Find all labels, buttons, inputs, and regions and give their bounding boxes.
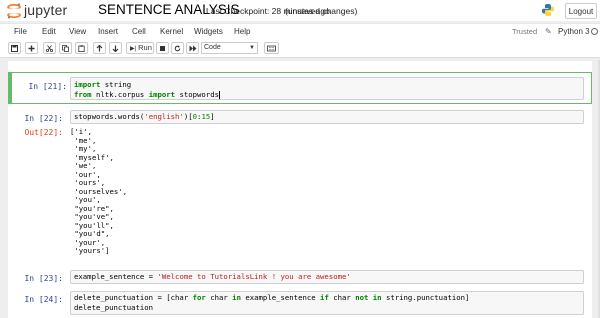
toolbar: ▶| Run Code ▼ [0,40,600,58]
code-text: stopwords [175,90,219,99]
arrow-up-icon [96,45,103,52]
scissors-icon [46,45,53,52]
code-line: example_sentence = 'Welcome to Tutorials… [71,271,583,284]
cell-type-value: Code [204,44,221,51]
keyword: import [74,80,101,89]
add-cell-button[interactable] [25,42,38,54]
menu-view[interactable]: View [69,27,86,36]
keyboard-icon [267,45,276,52]
code-cell[interactable]: In [23]: example_sentence = 'Welcome to … [8,269,592,289]
notebook-container: In [21]: import string from nltk.corpus … [8,61,592,318]
python-logo-icon [542,4,554,16]
chevron-down-icon: ▼ [249,45,255,51]
code-editor[interactable]: delete_punctuation = [char for char in e… [70,291,584,315]
number-literal: 15 [201,112,211,121]
cell-type-select[interactable]: Code ▼ [201,42,258,54]
unsaved-status: (unsaved changes) [285,6,358,16]
interrupt-button[interactable] [156,42,169,54]
code-text: nltk.corpus [91,90,149,99]
menu-bar: File Edit View Insert Cell Kernel Widget… [0,23,600,41]
menu-cell[interactable]: Cell [132,27,146,36]
kernel-status-icon [591,28,598,35]
code-text: string.punctuation] [381,293,470,302]
menu-file[interactable]: File [14,27,27,36]
code-line: stopwords.words('english')[0:15] [71,111,583,124]
code-editor[interactable]: import string from nltk.corpus import st… [70,77,584,100]
code-text: stopwords.words( [74,112,145,121]
header: jupyter SENTENCE ANALYSIS Last Checkpoin… [0,0,600,21]
input-prompt: In [23]: [24,274,63,283]
restart-button[interactable] [171,42,184,54]
code-line: delete_punctuation = [char for char in e… [71,292,583,315]
keyword: import [148,90,176,99]
command-palette-button[interactable] [264,42,279,54]
stop-icon [160,46,165,51]
save-button[interactable] [8,42,21,54]
code-text: )[ [183,112,193,121]
run-label: Run [138,43,152,52]
menu-kernel[interactable]: Kernel [160,27,183,36]
cell-output: ['i', 'me', 'my', 'myself', 'we', 'our',… [70,127,128,255]
output-prompt: Out[22]: [24,128,63,137]
jupyter-logo-icon[interactable] [6,3,22,19]
keyword: not in [355,293,382,302]
menu-edit[interactable]: Edit [42,27,56,36]
copy-button[interactable] [59,42,72,54]
code-text: delete_punctuation [74,303,154,312]
pencil-icon[interactable]: ✎ [545,27,552,36]
save-icon [11,45,18,52]
jupyter-brand[interactable]: jupyter [24,2,67,18]
text-cursor [219,91,220,99]
code-editor[interactable]: stopwords.words('english')[0:15] [70,110,584,124]
kernel-name[interactable]: Python 3 [558,27,590,36]
paste-button[interactable] [75,42,88,54]
code-editor[interactable]: example_sentence = 'Welcome to Tutorials… [70,270,584,284]
cut-button[interactable] [43,42,56,54]
code-text: example_sentence = [74,272,158,281]
code-text: delete_punctuation = [char [74,293,193,302]
paste-icon [78,45,85,52]
input-prompt: In [22]: [24,114,63,123]
code-text: string [104,80,132,89]
code-text: example_sentence [240,293,321,302]
menu-help[interactable]: Help [234,27,250,36]
code-cell[interactable]: In [21]: import string from nltk.corpus … [8,72,592,104]
fast-forward-icon [189,45,196,52]
step-forward-icon: ▶| [130,46,137,52]
plus-icon [28,45,35,52]
keyword: from [74,90,92,99]
copy-icon [62,45,69,52]
keyword: if [320,293,329,302]
move-down-button[interactable] [109,42,122,54]
keyword: for [192,293,206,302]
code-line: import string from nltk.corpus import st… [71,78,583,102]
input-prompt: In [24]: [24,295,63,304]
run-button[interactable]: ▶| Run [126,42,154,54]
menu-insert[interactable]: Insert [98,27,118,36]
string-literal: 'english' [144,112,184,121]
keyword: in [232,293,241,302]
code-text: ] [210,112,215,121]
menu-widgets[interactable]: Widgets [194,27,223,36]
code-cell[interactable]: In [22]: stopwords.words('english')[0:15… [8,108,592,268]
restart-run-all-button[interactable] [186,42,199,54]
move-up-button[interactable] [93,42,106,54]
string-literal: 'Welcome to TutorialsLink ! you are awes… [157,272,351,281]
trusted-indicator[interactable]: Trusted [512,27,537,36]
code-text: char [205,293,233,302]
arrow-down-icon [112,45,119,52]
input-prompt: In [21]: [28,82,67,91]
code-text: char [328,293,356,302]
logout-button[interactable]: Logout [565,3,597,19]
refresh-icon [174,45,181,52]
code-cell[interactable]: In [24]: delete_punctuation = [char for … [8,290,592,318]
